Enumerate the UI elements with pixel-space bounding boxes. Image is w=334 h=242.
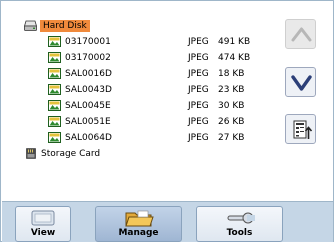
file-type: JPEG (188, 53, 209, 63)
file-size: 30 KB (218, 101, 245, 111)
tab-label: Manage (118, 228, 159, 238)
tab-label: View (30, 228, 56, 238)
chevron-down-icon (291, 75, 312, 91)
tab-manage[interactable]: Manage (95, 206, 182, 242)
tools-icon (227, 212, 255, 224)
file-name: SAL0016D (65, 69, 112, 79)
file-type: JPEG (188, 37, 209, 47)
file-name: SAL0064D (65, 133, 112, 143)
file-name: SAL0043D (65, 85, 112, 95)
image-file-icon (48, 132, 61, 143)
scroll-down-button[interactable] (285, 67, 316, 97)
file-type: JPEG (188, 85, 209, 95)
file-row[interactable]: SAL0016D JPEG 18 KB (18, 66, 273, 82)
file-size: 474 KB (218, 53, 251, 63)
file-manager-window: Hard Disk 03170001 JPEG 491 KB 03170002 … (0, 0, 334, 242)
file-type: JPEG (188, 117, 209, 127)
file-name: 03170001 (65, 37, 111, 47)
image-file-icon (48, 116, 61, 127)
bottom-toolbar: View Manage Tools (2, 201, 333, 242)
view-icon (31, 210, 55, 226)
file-size: 491 KB (218, 37, 251, 47)
tab-tools[interactable]: Tools (196, 206, 283, 242)
storage-card-icon (26, 148, 36, 159)
file-size: 26 KB (218, 117, 245, 127)
file-info-button[interactable] (285, 114, 316, 144)
file-row[interactable]: SAL0043D JPEG 23 KB (18, 82, 273, 98)
tree-item-hard-disk[interactable]: Hard Disk (18, 18, 273, 34)
file-row[interactable]: SAL0064D JPEG 27 KB (18, 130, 273, 146)
file-row[interactable]: 03170002 JPEG 474 KB (18, 50, 273, 66)
image-file-icon (48, 36, 61, 47)
file-info-icon (293, 120, 313, 139)
tab-label: Tools (226, 228, 253, 238)
file-name: 03170002 (65, 53, 111, 63)
file-size: 27 KB (218, 133, 245, 143)
image-file-icon (48, 52, 61, 63)
hard-disk-icon (23, 20, 38, 31)
tree-item-storage-card[interactable]: Storage Card (18, 146, 273, 162)
image-file-icon (48, 68, 61, 79)
image-file-icon (48, 84, 61, 95)
file-row[interactable]: SAL0051E JPEG 26 KB (18, 114, 273, 130)
file-list: Hard Disk 03170001 JPEG 491 KB 03170002 … (18, 18, 273, 198)
image-file-icon (48, 100, 61, 111)
file-row[interactable]: 03170001 JPEG 491 KB (18, 34, 273, 50)
folder-icon (124, 210, 154, 227)
file-size: 23 KB (218, 85, 245, 95)
tree-item-label: Hard Disk (40, 20, 90, 32)
scroll-up-button[interactable] (285, 19, 316, 49)
chevron-up-icon (291, 27, 312, 42)
tab-view[interactable]: View (15, 206, 71, 242)
file-row[interactable]: SAL0045E JPEG 30 KB (18, 98, 273, 114)
file-type: JPEG (188, 101, 209, 111)
file-type: JPEG (188, 133, 209, 143)
file-name: SAL0051E (65, 117, 111, 127)
file-name: SAL0045E (65, 101, 111, 111)
file-size: 18 KB (218, 69, 245, 79)
file-type: JPEG (188, 69, 209, 79)
tree-item-label: Storage Card (41, 149, 101, 159)
